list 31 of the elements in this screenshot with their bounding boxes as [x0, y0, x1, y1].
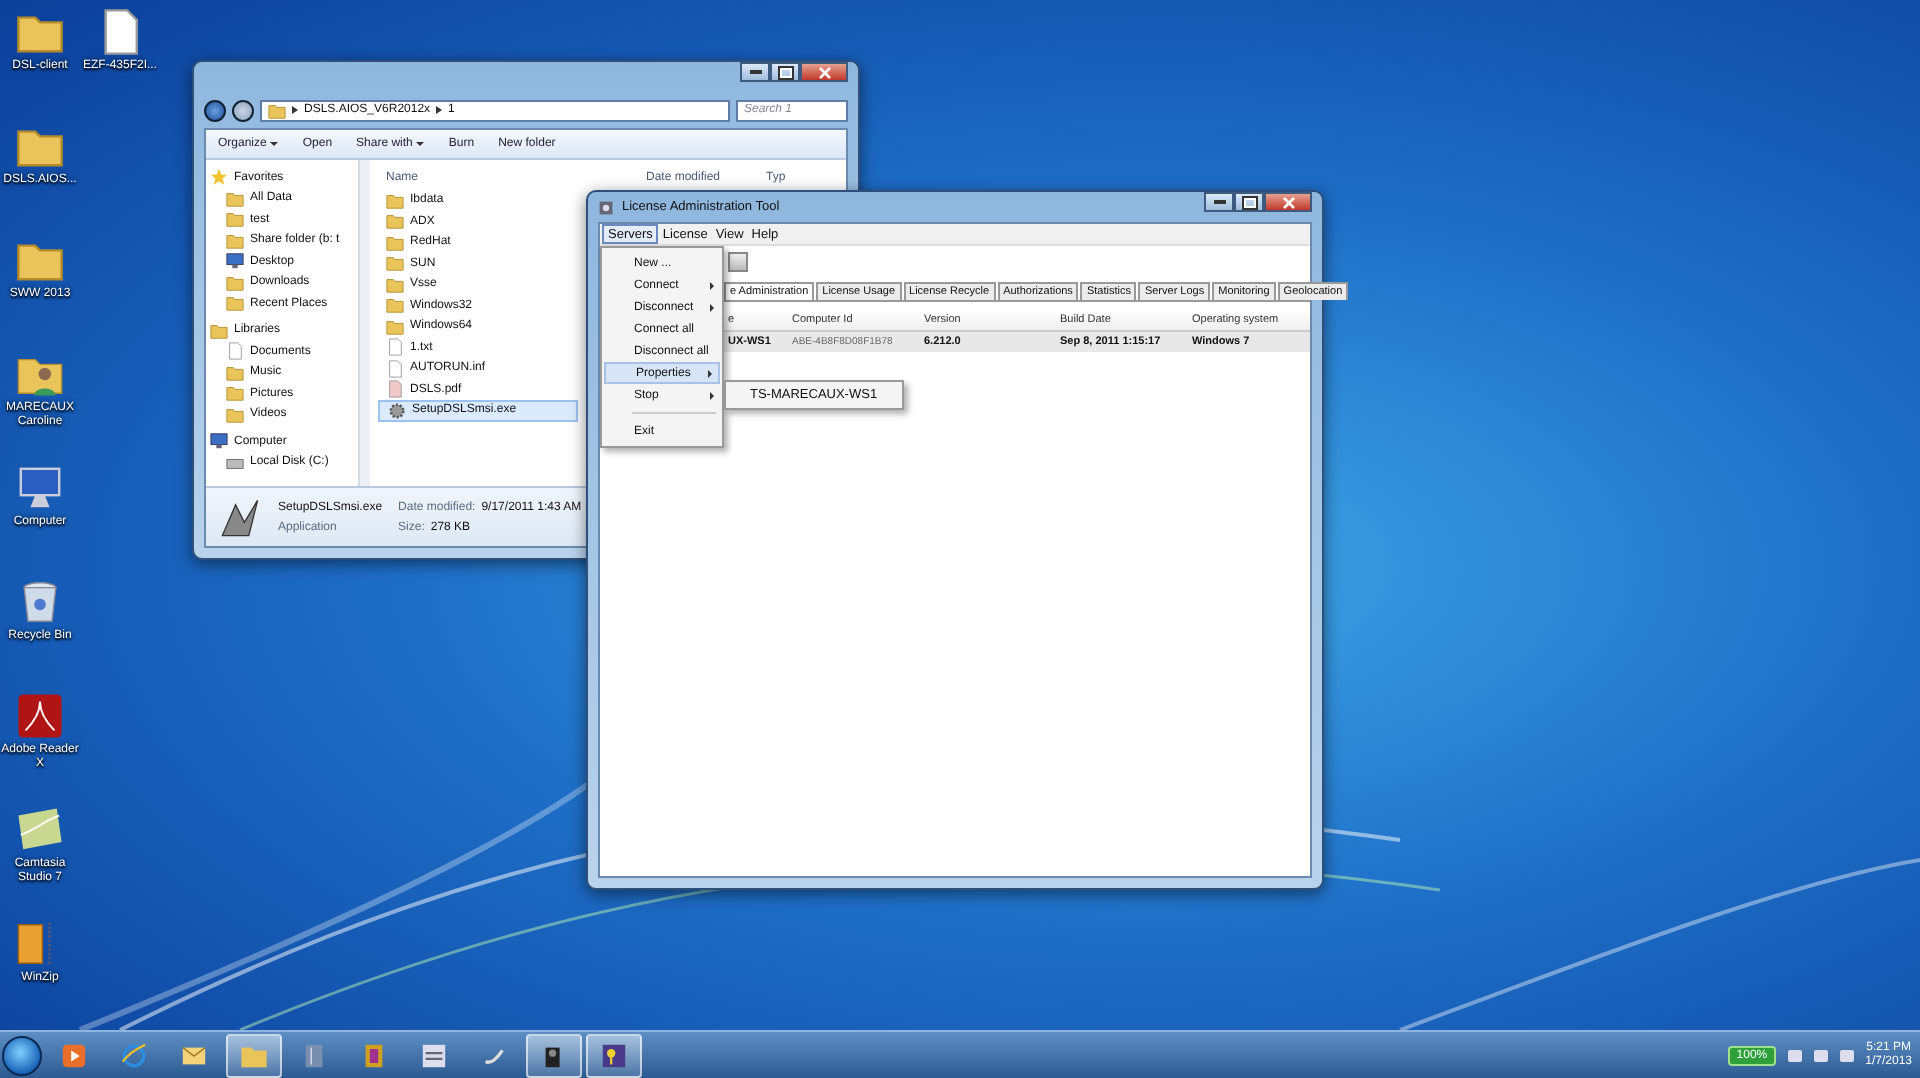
envelope-icon [180, 1041, 208, 1069]
star-icon [210, 168, 228, 187]
close-button[interactable] [800, 62, 848, 82]
key-icon [600, 1041, 628, 1069]
maximize-button[interactable] [770, 62, 800, 82]
taskbar-button[interactable] [526, 1033, 582, 1077]
file-icon [226, 342, 244, 361]
book-icon [300, 1041, 328, 1069]
back-button[interactable] [204, 99, 226, 121]
monitor-icon [226, 252, 244, 271]
monitor-icon [210, 432, 228, 451]
close-icon [1281, 195, 1295, 209]
maximize-button[interactable] [1234, 192, 1264, 212]
play-icon [60, 1041, 88, 1069]
drive-icon [226, 453, 244, 472]
browser-icon [120, 1041, 148, 1069]
gear-icon [388, 401, 406, 420]
start-button[interactable] [2, 1035, 42, 1075]
minimize-button[interactable] [1204, 192, 1234, 212]
close-button[interactable] [1264, 192, 1312, 212]
close-icon [817, 65, 831, 79]
taskbar-button[interactable] [586, 1033, 642, 1077]
minimize-button[interactable] [740, 62, 770, 82]
pdf-file-icon [386, 380, 404, 399]
toolbar-button[interactable] [728, 252, 748, 272]
computer-icon [16, 464, 64, 512]
forward-button[interactable] [232, 99, 254, 121]
folder-icon [268, 101, 286, 119]
app-icon [598, 199, 614, 215]
pdf-app-icon [16, 692, 64, 740]
application-icon [218, 495, 262, 539]
